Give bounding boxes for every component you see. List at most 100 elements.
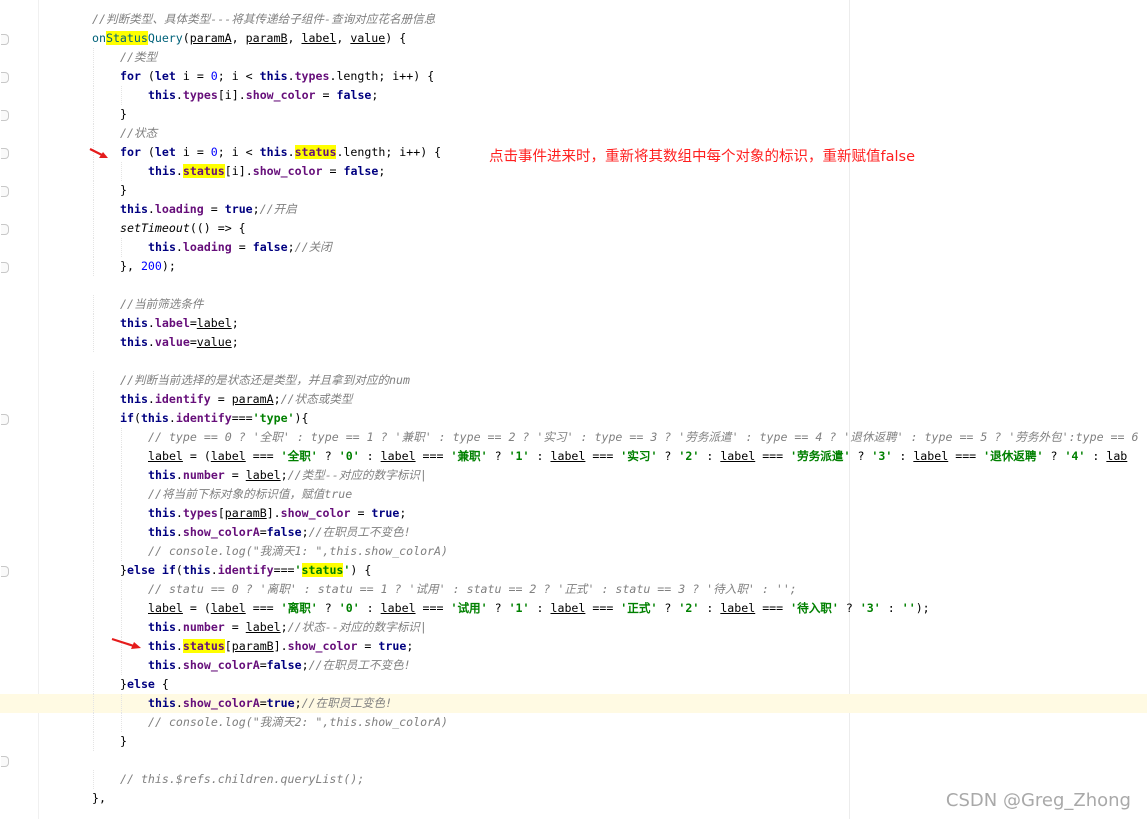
code-editor[interactable]: //判断类型、具体类型---将其传递给子组件-查询对应花名册信息 onStatus… <box>0 10 1147 808</box>
code-line[interactable]: this.number = label;//类型--对应的数字标识| <box>0 466 1147 485</box>
code-text: // statu == 0 ? '离职' : statu == 1 ? '试用'… <box>148 580 797 599</box>
code-text: this.loading = false;//关闭 <box>148 238 332 257</box>
code-token: types <box>182 88 218 102</box>
code-token: === <box>585 449 621 463</box>
watermark: CSDN @Greg_Zhong <box>945 790 1131 811</box>
code-token: //判断当前选择的是状态还是类型，并且拿到对应的num <box>120 373 410 387</box>
code-token: === <box>231 411 253 425</box>
code-line[interactable]: this.label=label; <box>0 314 1147 333</box>
indent-guide <box>93 466 94 485</box>
code-line[interactable]: } <box>0 105 1147 124</box>
code-line[interactable]: setTimeout(() => { <box>0 219 1147 238</box>
code-line[interactable]: this.show_colorA=true;//在职员工变色! <box>0 694 1147 713</box>
code-token: [i]. <box>224 164 253 178</box>
code-token: label <box>720 601 756 615</box>
code-line[interactable]: // this.$refs.children.queryList(); <box>0 770 1147 789</box>
code-line[interactable]: if(this.identify==='type'){ <box>0 409 1147 428</box>
code-token: // type == 0 ? '全职' : type == 1 ? '兼职' :… <box>148 430 1139 444</box>
code-token: ; <box>378 164 386 178</box>
code-token: //在职员工不变色! <box>308 658 411 672</box>
code-line[interactable]: } <box>0 181 1147 200</box>
code-token: lab <box>1106 449 1128 463</box>
code-token: : <box>359 449 381 463</box>
code-line[interactable]: this.value=value; <box>0 333 1147 352</box>
code-token: ; <box>252 202 260 216</box>
code-token: true <box>371 506 400 520</box>
code-token: this <box>120 392 148 406</box>
code-line[interactable] <box>0 352 1147 371</box>
code-text: // console.log("我滴天1: ",this.show_colorA… <box>148 542 448 561</box>
code-token: , <box>287 31 302 45</box>
code-text: for (let i = 0; i < this.status.length; … <box>120 143 441 162</box>
code-line[interactable]: this.show_colorA=false;//在职员工不变色! <box>0 523 1147 542</box>
code-line[interactable]: label = (label === '离职' ? '0' : label ==… <box>0 599 1147 618</box>
code-token: ); <box>915 601 930 615</box>
code-token: ; <box>280 620 288 634</box>
code-token: //将当前下标对象的标识值，赋值true <box>148 487 353 501</box>
code-token: === <box>755 601 791 615</box>
code-text: }else if(this.identify==='status') { <box>120 561 371 580</box>
code-line[interactable]: }else if(this.identify==='status') { <box>0 561 1147 580</box>
code-line[interactable]: this.show_colorA=false;//在职员工不变色! <box>0 656 1147 675</box>
code-line[interactable]: this.identify = paramA;//状态或类型 <box>0 390 1147 409</box>
indent-guide <box>93 314 94 333</box>
code-token: = <box>259 525 267 539</box>
code-token: ? <box>1043 449 1065 463</box>
code-line[interactable]: //判断当前选择的是状态还是类型，并且拿到对应的num <box>0 371 1147 390</box>
indent-guide <box>93 732 94 751</box>
code-line[interactable]: label = (label === '全职' ? '0' : label ==… <box>0 447 1147 466</box>
code-line[interactable]: // type == 0 ? '全职' : type == 1 ? '兼职' :… <box>0 428 1147 447</box>
indent-guide <box>121 523 122 542</box>
indent-guide <box>121 656 122 675</box>
code-token: this <box>148 88 176 102</box>
code-token: === <box>585 601 621 615</box>
code-line[interactable]: }else { <box>0 675 1147 694</box>
code-token: for <box>120 69 141 83</box>
code-token: . <box>147 316 155 330</box>
code-token: //类型--对应的数字标识| <box>287 468 427 482</box>
code-line[interactable]: this.loading = false;//关闭 <box>0 238 1147 257</box>
code-token: . <box>175 468 183 482</box>
code-token: = <box>259 658 267 672</box>
code-line[interactable]: } <box>0 732 1147 751</box>
code-text: for (let i = 0; i < this.types.length; i… <box>120 67 434 86</box>
code-line[interactable]: // console.log("我滴天1: ",this.show_colorA… <box>0 542 1147 561</box>
code-line[interactable] <box>0 276 1147 295</box>
code-token: //判断类型、具体类型---将其传递给子组件-查询对应花名册信息 <box>92 12 436 26</box>
code-text: label = (label === '全职' ? '0' : label ==… <box>148 447 1127 466</box>
code-token: this <box>259 69 288 83</box>
code-text: this.value=value; <box>120 333 239 352</box>
code-token: label <box>380 601 416 615</box>
code-line[interactable]: this.loading = true;//开启 <box>0 200 1147 219</box>
code-line[interactable]: for (let i = 0; i < this.types.length; i… <box>0 67 1147 86</box>
code-token: ? <box>850 449 872 463</box>
code-line[interactable]: //当前筛选条件 <box>0 295 1147 314</box>
code-token: else if <box>126 563 176 577</box>
code-line[interactable]: this.types[i].show_color = false; <box>0 86 1147 105</box>
code-line[interactable]: //判断类型、具体类型---将其传递给子组件-查询对应花名册信息 <box>0 10 1147 29</box>
code-line[interactable]: this.types[paramB].show_color = true; <box>0 504 1147 523</box>
code-line[interactable]: //状态 <box>0 124 1147 143</box>
code-text: //判断类型、具体类型---将其传递给子组件-查询对应花名册信息 <box>92 10 435 29</box>
code-line[interactable]: this.status[paramB].show_color = true; <box>0 637 1147 656</box>
code-token: = <box>357 639 379 653</box>
code-line[interactable]: // console.log("我滴天2: ",this.show_colorA… <box>0 713 1147 732</box>
annotation-text: 点击事件进来时，重新将其数组中每个对象的标识，重新赋值false <box>489 149 915 165</box>
code-line[interactable] <box>0 751 1147 770</box>
code-line[interactable]: // statu == 0 ? '离职' : statu == 1 ? '试用'… <box>0 580 1147 599</box>
code-line[interactable]: }, 200); <box>0 257 1147 276</box>
code-token: ); <box>161 259 176 273</box>
code-line[interactable]: this.number = label;//状态--对应的数字标识| <box>0 618 1147 637</box>
code-token: label <box>245 620 281 634</box>
code-token: status <box>182 639 225 653</box>
indent-guide <box>93 618 94 637</box>
code-token: ; <box>399 506 407 520</box>
code-line[interactable]: //将当前下标对象的标识值，赋值true <box>0 485 1147 504</box>
code-line[interactable]: //类型 <box>0 48 1147 67</box>
code-token: . <box>287 145 295 159</box>
code-token: . <box>175 88 183 102</box>
code-token: . <box>175 658 183 672</box>
code-line[interactable]: onStatusQuery(paramA, paramB, label, val… <box>0 29 1147 48</box>
code-token: : <box>359 601 381 615</box>
code-token: = <box>189 335 197 349</box>
